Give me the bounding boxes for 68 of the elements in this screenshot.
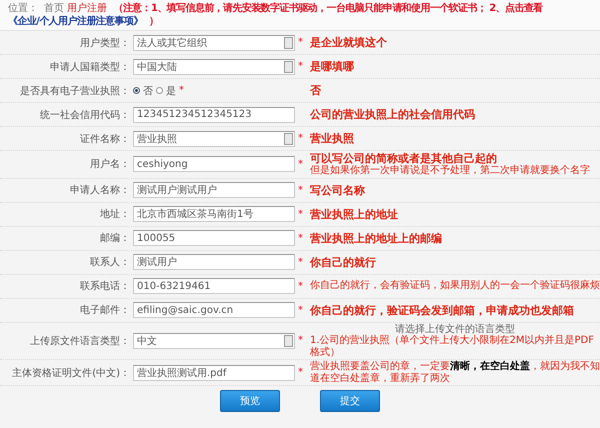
radio-button[interactable] bbox=[133, 87, 140, 94]
annotation-text: 但是如果你第一次申请说是不予处理，第二次申请就要换个名字 bbox=[310, 165, 591, 177]
required-mark: * bbox=[298, 367, 304, 378]
required-mark: * bbox=[298, 232, 304, 244]
input-field[interactable]: efiling@saic.gov.cn bbox=[133, 302, 295, 318]
annotation-text: 写公司名称 bbox=[310, 184, 366, 197]
dropdown[interactable]: 营业执照 bbox=[133, 130, 295, 146]
annotation-text: 公司的营业执照上的社会信用代码 bbox=[310, 108, 476, 122]
breadcrumb-link[interactable]: 首页 bbox=[44, 3, 64, 14]
field-label: 申请人国籍类型： bbox=[49, 60, 130, 74]
form-button[interactable]: 提交 bbox=[320, 390, 380, 412]
input-field[interactable]: 010-63219461 bbox=[133, 278, 295, 294]
radio-label: 是 bbox=[166, 84, 176, 98]
input-field[interactable]: 测试用户测试用户 bbox=[133, 182, 295, 198]
required-mark: * bbox=[298, 158, 304, 170]
required-mark: * bbox=[298, 61, 304, 72]
dropdown[interactable]: 中文 bbox=[133, 332, 295, 349]
required-mark: * bbox=[298, 133, 304, 144]
field-label: 申请人名称： bbox=[69, 184, 130, 198]
required-mark: * bbox=[298, 280, 304, 292]
input-field[interactable]: 营业执照测试用.pdf bbox=[133, 364, 295, 381]
annotation-text: 否 bbox=[310, 84, 322, 98]
required-mark: * bbox=[298, 304, 304, 316]
dropdown[interactable]: 法人或其它组织 bbox=[133, 34, 295, 50]
field-label: 统一社会信用代码： bbox=[39, 108, 130, 122]
input-field[interactable]: 测试用户 bbox=[133, 254, 295, 270]
annotation-text: 你自己的就行，会有验证码，如果用别人的一会一个验证码很麻烦 bbox=[310, 280, 600, 292]
annotation-text: 你自己的就行，验证码会发到邮箱，申请成功也发邮箱 bbox=[310, 304, 575, 317]
form-button[interactable]: 预览 bbox=[220, 390, 280, 412]
field-label: 用户类型： bbox=[79, 36, 130, 50]
required-mark: * bbox=[298, 256, 304, 268]
required-mark: * bbox=[298, 184, 304, 196]
field-label: 主体资格证明文件(中文)： bbox=[11, 366, 130, 380]
field-label: 用户名： bbox=[89, 158, 130, 172]
field-label: 证件名称： bbox=[79, 132, 130, 146]
notice-text: （注意：1、填写信息前，请先安装数字证书驱动，一台电脑只能申请和使用一个软证书； 2、点击查看 bbox=[113, 3, 543, 14]
field-label: 联系人： bbox=[89, 256, 130, 270]
annotation-text: 营业执照上的地址上的邮编 bbox=[310, 232, 443, 245]
annotation-text: 营业执照要盖公司的章，一定要清晰，在空白处盖，就因为我不知道在空白处盖章，重新弄了两次 bbox=[310, 361, 600, 384]
input-field[interactable]: 北京市西城区茶马南街1号 bbox=[133, 206, 295, 222]
annotation-text: 1.公司的营业执照（单个文件上传大小限制在2M以内并且是PDF格式） bbox=[310, 335, 596, 358]
field-label: 电子邮件： bbox=[79, 304, 130, 318]
annotation-text: 营业执照 bbox=[310, 132, 355, 146]
notice-bracket: ） bbox=[148, 16, 158, 26]
field-label: 是否具有电子营业执照： bbox=[19, 84, 130, 98]
radio-button[interactable] bbox=[156, 87, 163, 94]
input-field[interactable]: 123451234512345123 bbox=[133, 106, 295, 122]
required-mark: * bbox=[298, 208, 304, 220]
annotation-text: 是企业就填这个 bbox=[310, 36, 388, 50]
input-field[interactable]: ceshiyong bbox=[133, 156, 295, 172]
required-mark: * bbox=[179, 85, 184, 96]
radio-label: 否 bbox=[143, 84, 153, 98]
notice-link[interactable]: 《企业/个人用户注册注意事项》 bbox=[8, 16, 143, 26]
breadcrumb-link[interactable]: 用户注册 bbox=[67, 3, 108, 14]
required-mark: * bbox=[298, 37, 304, 48]
annotation-text: 你自己的就行 bbox=[310, 256, 377, 269]
field-label: 地址： bbox=[99, 208, 130, 222]
location-label: 位置： bbox=[8, 3, 38, 14]
field-label: 邮编： bbox=[99, 232, 130, 246]
field-label: 上传原文件语言类型： bbox=[29, 334, 130, 348]
field-label: 联系电话： bbox=[79, 280, 130, 294]
annotation-text: 营业执照上的地址 bbox=[310, 208, 399, 221]
required-mark: * bbox=[298, 335, 304, 346]
dropdown[interactable]: 中国大陆 bbox=[133, 58, 295, 74]
annotation-text: 是哪填哪 bbox=[310, 60, 355, 74]
input-field[interactable]: 100055 bbox=[133, 230, 295, 246]
annotation-text: 可以写公司的简称或者是其他自己起的 bbox=[310, 152, 498, 165]
hint-text: 请选择上传文件的语言类型 bbox=[394, 324, 516, 335]
